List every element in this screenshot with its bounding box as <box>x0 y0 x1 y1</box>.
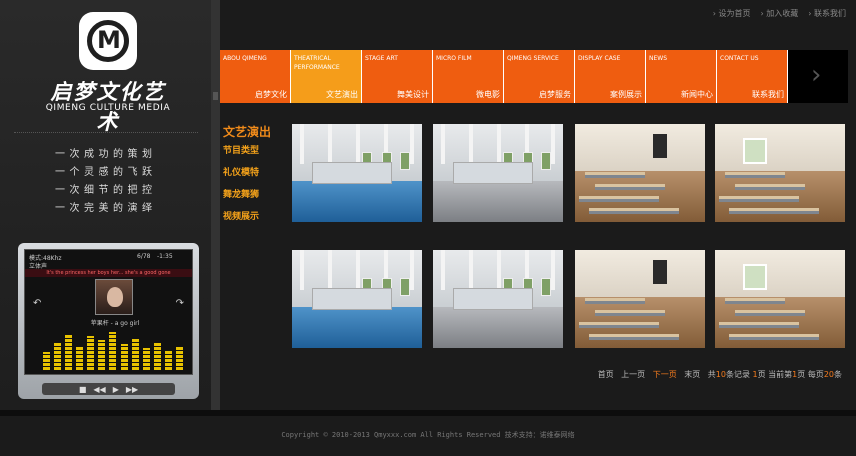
gallery-photo[interactable] <box>433 124 563 222</box>
slogan-list: 一次成功的策划 一个灵感的飞跃 一次细节的把控 一次完美的演绎 <box>55 146 165 218</box>
eq-bar <box>175 346 183 370</box>
gallery-photo[interactable] <box>433 250 563 348</box>
page-last-link[interactable]: 末页 <box>684 370 700 379</box>
gallery-photo[interactable] <box>575 250 705 348</box>
gallery-photo[interactable] <box>715 250 845 348</box>
slogan-1: 一次成功的策划 <box>55 149 157 160</box>
submenu-item-etiquette-models[interactable]: 礼仪模特 <box>223 168 259 190</box>
slogan-2: 一个灵感的飞跃 <box>55 167 157 178</box>
gallery-photo[interactable] <box>292 124 422 222</box>
panel-separator <box>211 0 220 410</box>
stop-icon[interactable]: ■ <box>79 385 87 394</box>
current-suffix: 页 <box>797 370 806 379</box>
submenu-item-video[interactable]: 视频展示 <box>223 212 259 234</box>
pages-suffix: 页 <box>757 370 766 379</box>
eq-bar <box>153 342 161 370</box>
pagination: 首页 上一页 下一页 末页 共10条记录 1页 当前第1页 每页20条 <box>598 369 842 380</box>
gallery-photo[interactable] <box>575 124 705 222</box>
forward-icon[interactable]: ▶▶ <box>126 385 138 394</box>
eq-bar <box>142 348 150 370</box>
submenu-item-program-types[interactable]: 节目类型 <box>223 146 259 168</box>
nav-micro-film[interactable]: MICRO FILM 微电影 <box>433 50 504 103</box>
eq-bar <box>65 334 73 370</box>
music-player: 模式:48Khz 立体声 6/78 -1:35 It's the princes… <box>18 243 199 399</box>
page-next-link[interactable]: 下一页 <box>653 370 677 379</box>
player-lyric-banner: It's the princess her boys her... she's … <box>25 269 192 277</box>
nav-display-case[interactable]: DISPLAY CASE 案例展示 <box>575 50 646 103</box>
slogan-3: 一次细节的把控 <box>55 185 157 196</box>
add-favorite-link[interactable]: › 加入收藏 <box>761 8 799 19</box>
gallery-photo[interactable] <box>292 250 422 348</box>
nav-stage-art[interactable]: STAGE ART 舞美设计 <box>362 50 433 103</box>
player-screen: 模式:48Khz 立体声 6/78 -1:35 It's the princes… <box>24 249 193 375</box>
slogan-4: 一次完美的演绎 <box>55 203 157 214</box>
divider <box>14 132 198 133</box>
page-prev-link[interactable]: 上一页 <box>621 370 645 379</box>
player-next-arrow-icon[interactable]: ↷ <box>176 298 184 309</box>
brand-name-en: QIMENG CULTURE MEDIA <box>45 103 171 113</box>
nav-next-button[interactable]: › <box>788 50 848 103</box>
per-prefix: 每页 <box>807 370 824 379</box>
nav-contact[interactable]: CONTACT US 联系我们 <box>717 50 788 103</box>
eq-bar <box>54 342 62 370</box>
current-prefix: 当前第 <box>768 370 793 379</box>
eq-bar <box>131 338 139 370</box>
top-links: › 设为首页 › 加入收藏 › 联系我们 <box>713 8 846 19</box>
eq-bar <box>76 346 84 370</box>
section-title: 文艺演出 <box>223 125 272 139</box>
rewind-icon[interactable]: ◀◀ <box>93 385 105 394</box>
eq-bar <box>109 332 117 370</box>
play-icon[interactable]: ▶ <box>113 385 119 394</box>
eq-bar <box>120 344 128 370</box>
left-panel: M 启梦文化艺术 QIMENG CULTURE MEDIA 一次成功的策划 一个… <box>0 0 211 410</box>
total-count: 10 <box>715 370 726 379</box>
album-cover <box>95 279 133 315</box>
chevron-right-icon: › <box>811 60 822 90</box>
logo-icon[interactable]: M <box>79 12 137 70</box>
gallery-photo[interactable] <box>715 124 845 222</box>
player-track-no: 6/78 <box>137 253 151 260</box>
per-page: 20 <box>823 370 834 379</box>
total-prefix: 共 <box>707 370 716 379</box>
eq-bar <box>164 350 172 370</box>
nav-theatrical[interactable]: THEATRICAL PERFORMANCE 文艺演出 <box>291 50 362 103</box>
nav-service[interactable]: QIMENG SERVICE 启梦服务 <box>504 50 575 103</box>
contact-link[interactable]: › 联系我们 <box>808 8 846 19</box>
eq-bar <box>87 336 95 370</box>
player-controls: ■ ◀◀ ▶ ▶▶ <box>42 383 175 395</box>
page-first-link[interactable]: 首页 <box>598 370 614 379</box>
submenu-item-dragon-lion-dance[interactable]: 舞龙舞狮 <box>223 190 259 212</box>
total-suffix: 条记录 <box>725 370 750 379</box>
submenu: 节目类型 礼仪模特 舞龙舞狮 视频展示 <box>223 146 259 234</box>
player-prev-arrow-icon[interactable]: ↶ <box>33 298 41 309</box>
equalizer <box>43 330 183 370</box>
footer-divider <box>0 410 856 416</box>
per-suffix: 条 <box>834 370 842 379</box>
nav-about[interactable]: ABOU QIMENG 启梦文化 <box>220 50 291 103</box>
main-nav: ABOU QIMENG 启梦文化 THEATRICAL PERFORMANCE 文艺… <box>220 50 856 103</box>
copyright: Copyright © 2010-2013 Qmyxxx.com All Rig… <box>281 431 575 439</box>
logo-mark: M <box>97 26 121 54</box>
set-homepage-link[interactable]: › 设为首页 <box>713 8 751 19</box>
eq-bar <box>43 352 50 370</box>
player-time: -1:35 <box>157 253 173 260</box>
eq-bar <box>98 340 106 370</box>
player-song-title: 苹果杆 - a go girl <box>90 320 140 327</box>
nav-news[interactable]: NEWS 新闻中心 <box>646 50 717 103</box>
